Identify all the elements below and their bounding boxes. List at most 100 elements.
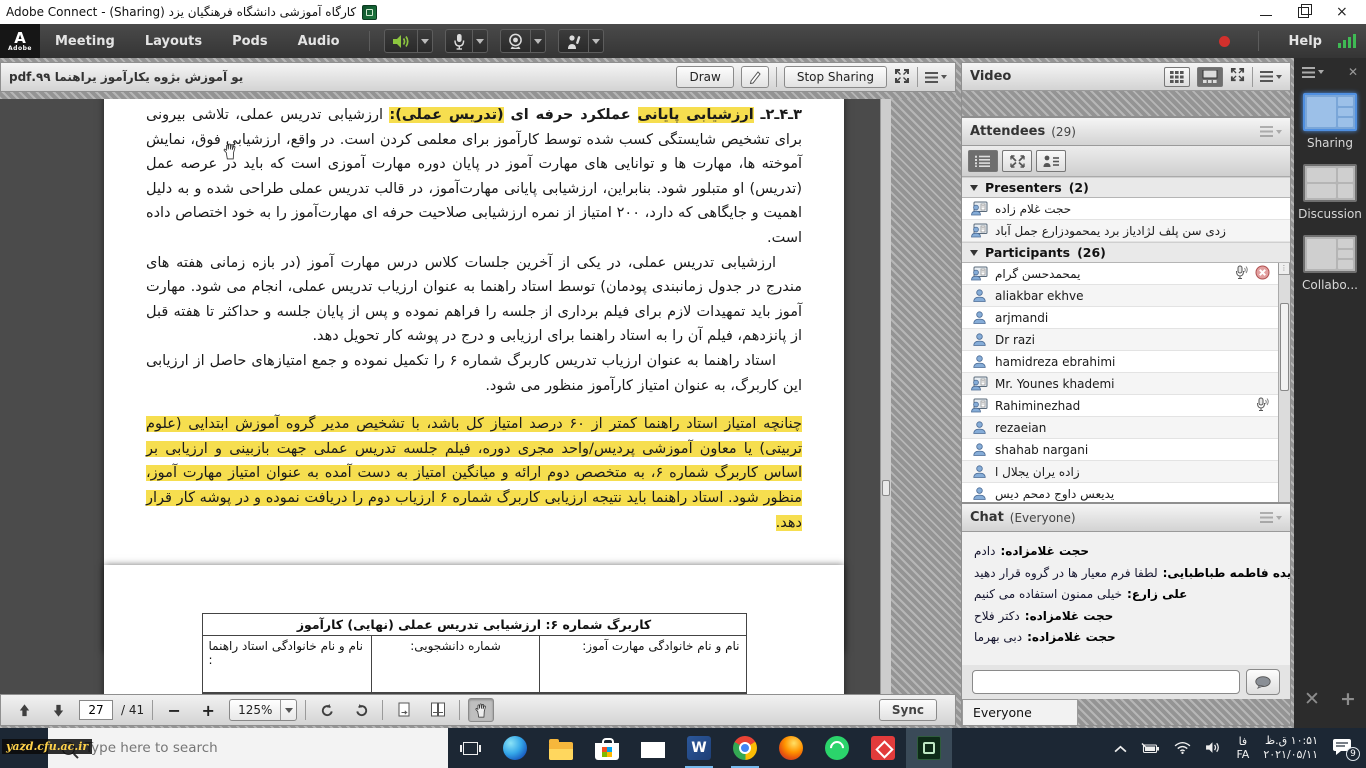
attendee-row[interactable]: arjmandi xyxy=(962,307,1278,329)
video-pod-menu-icon[interactable] xyxy=(1260,71,1282,82)
task-view-button[interactable] xyxy=(448,728,492,768)
raise-hand-button-group[interactable] xyxy=(558,29,604,53)
hand-tool-icon[interactable] xyxy=(468,698,494,722)
edge-taskbar-button[interactable] xyxy=(492,728,538,768)
speaker-button-group[interactable] xyxy=(384,29,433,53)
adobe-logo[interactable]: A Adobe xyxy=(0,24,40,58)
layout-collaboration-thumbnail[interactable] xyxy=(1303,235,1357,273)
explorer-taskbar-button[interactable] xyxy=(538,728,584,768)
attendee-row[interactable]: hamidreza ebrahimi xyxy=(962,351,1278,373)
attendees-scrollbar[interactable]: ⋮ xyxy=(1278,263,1290,502)
mail-taskbar-button[interactable] xyxy=(630,728,676,768)
rotate-right-icon[interactable] xyxy=(348,698,374,722)
attendee-status-view-icon[interactable] xyxy=(1036,150,1066,172)
fullscreen-icon[interactable] xyxy=(894,68,910,87)
clock[interactable]: ۱۰:۵۱ ق.ظ ۲۰۲۱/۰۵/۱۱ xyxy=(1263,734,1318,762)
battery-icon[interactable] xyxy=(1141,739,1160,758)
filmstrip-view-icon[interactable] xyxy=(1197,67,1223,87)
attendee-row[interactable]: Dr razi xyxy=(962,329,1278,351)
layout-sharing[interactable]: Sharing xyxy=(1294,93,1366,150)
webcam-icon[interactable] xyxy=(500,29,531,53)
blocked-icon[interactable] xyxy=(1255,265,1270,283)
microphone-button-group[interactable] xyxy=(445,29,488,53)
store-taskbar-button[interactable] xyxy=(584,728,630,768)
attendee-row[interactable]: یدیعس داوج دمحم دیس xyxy=(962,483,1278,502)
attendees-pod-menu-icon[interactable] xyxy=(1260,126,1282,137)
sync-button[interactable]: Sync xyxy=(879,699,937,721)
close-button[interactable]: × xyxy=(1336,6,1348,18)
attendee-row[interactable]: زدی سن پلف لژادیاز برد یمحمودزارع جمل آب… xyxy=(962,220,1290,242)
webcam-button-group[interactable] xyxy=(500,29,546,53)
layout-bar-menu-icon[interactable] xyxy=(1302,67,1324,78)
grid-view-icon[interactable] xyxy=(1164,67,1190,87)
attendee-row[interactable]: Rahiminezhad xyxy=(962,395,1278,417)
layout-collaboration[interactable]: Collabo... xyxy=(1294,235,1366,292)
attendee-row[interactable]: aliakbar ekhve xyxy=(962,285,1278,307)
connection-signal-icon[interactable] xyxy=(1338,34,1356,48)
microphone-icon[interactable] xyxy=(445,29,473,53)
attendee-row[interactable]: rezaeian xyxy=(962,417,1278,439)
video-fullscreen-icon[interactable] xyxy=(1230,67,1245,86)
breakout-view-icon[interactable] xyxy=(1002,150,1032,172)
menu-layouts[interactable]: Layouts xyxy=(130,24,217,58)
attendee-row[interactable]: shahab nargani xyxy=(962,439,1278,461)
speaker-icon[interactable] xyxy=(384,29,418,53)
fit-width-icon[interactable] xyxy=(425,698,451,722)
close-layout-icon[interactable]: ✕ xyxy=(1304,688,1320,710)
chat-tab-everyone[interactable]: Everyone xyxy=(962,699,1078,725)
pdf-scrollbar-thumb[interactable] xyxy=(882,480,890,496)
menu-audio[interactable]: Audio xyxy=(283,24,355,58)
zoom-in-icon[interactable]: + xyxy=(195,698,221,722)
language-indicator[interactable]: فا FA xyxy=(1236,735,1249,761)
pdf-scrollbar[interactable] xyxy=(880,99,891,694)
menu-meeting[interactable]: Meeting xyxy=(40,24,130,58)
attendee-row[interactable]: حجت غلام زاده xyxy=(962,198,1290,220)
attendees-scrollbar-thumb[interactable] xyxy=(1280,303,1289,391)
wifi-icon[interactable] xyxy=(1174,739,1191,758)
notification-center-icon[interactable]: 9 xyxy=(1332,738,1356,758)
zoom-out-icon[interactable]: − xyxy=(161,698,187,722)
help-menu[interactable]: Help xyxy=(1273,34,1338,49)
microphone-dropdown[interactable] xyxy=(473,29,488,53)
chat-input[interactable] xyxy=(972,670,1240,694)
attendee-row[interactable]: زاده یران یجلال ا xyxy=(962,461,1278,483)
search-input[interactable] xyxy=(83,739,383,757)
layout-sharing-thumbnail[interactable] xyxy=(1303,93,1357,131)
layout-bar-close-icon[interactable]: ✕ xyxy=(1348,65,1358,79)
attendee-row[interactable]: یمحمدحسن گرام xyxy=(962,263,1278,285)
previous-page-icon[interactable] xyxy=(11,698,37,722)
maximize-button[interactable] xyxy=(1298,6,1310,18)
draw-button[interactable]: Draw xyxy=(676,66,733,88)
attendee-list-view-icon[interactable] xyxy=(968,150,998,172)
adobe-connect-taskbar-button[interactable] xyxy=(906,728,952,768)
mic-live-icon[interactable] xyxy=(1254,397,1270,415)
layout-discussion-thumbnail[interactable] xyxy=(1303,164,1357,202)
page-number-input[interactable] xyxy=(79,700,113,720)
scrollbar-grip[interactable]: ⋮ xyxy=(1278,263,1290,275)
presenters-section-header[interactable]: Presenters (2) xyxy=(962,177,1290,198)
taskbar-search[interactable] xyxy=(48,728,448,768)
pointer-pen-button[interactable] xyxy=(741,66,769,88)
whatsapp-taskbar-button[interactable] xyxy=(814,728,860,768)
add-layout-icon[interactable]: + xyxy=(1340,688,1356,710)
chrome-taskbar-button[interactable] xyxy=(722,728,768,768)
zoom-level-select[interactable]: 125% xyxy=(229,699,297,721)
start-button[interactable]: yazd.cfu.ac.ir xyxy=(0,728,48,768)
pdf-viewport[interactable]: ۳ـ۴ـ۲ـ ارزشیابی پایانی عملکرد حرفه ای (ت… xyxy=(0,99,880,694)
tray-chevron-icon[interactable] xyxy=(1114,739,1127,758)
minimize-button[interactable] xyxy=(1260,6,1272,18)
chat-pod-menu-icon[interactable] xyxy=(1260,512,1282,523)
volume-icon[interactable] xyxy=(1205,739,1222,758)
mic-live-icon[interactable] xyxy=(1233,265,1249,283)
rotate-left-icon[interactable] xyxy=(314,698,340,722)
stop-sharing-button[interactable]: Stop Sharing xyxy=(784,66,887,88)
webcam-dropdown[interactable] xyxy=(531,29,546,53)
raise-hand-dropdown[interactable] xyxy=(589,29,604,53)
menu-pods[interactable]: Pods xyxy=(217,24,283,58)
pod-menu-icon[interactable] xyxy=(925,72,947,83)
participants-section-header[interactable]: Participants (26) xyxy=(962,242,1290,263)
layout-discussion[interactable]: Discussion xyxy=(1294,164,1366,221)
red-diamond-taskbar-button[interactable] xyxy=(860,728,906,768)
send-message-button[interactable] xyxy=(1246,669,1280,695)
firefox-taskbar-button[interactable] xyxy=(768,728,814,768)
